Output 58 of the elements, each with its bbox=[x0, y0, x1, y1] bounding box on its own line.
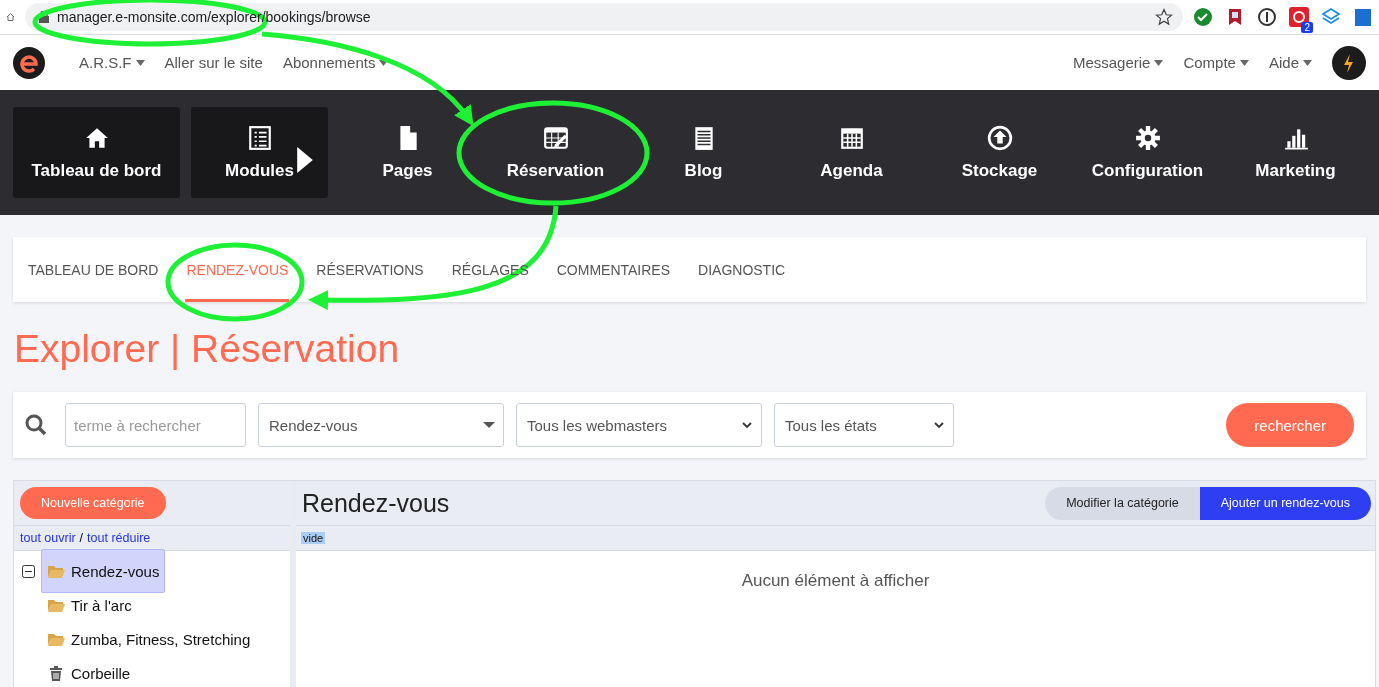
dropdown-select[interactable]: Tous les webmasters bbox=[516, 403, 762, 447]
collapse-toggle-icon[interactable] bbox=[22, 564, 35, 578]
folder-icon bbox=[47, 597, 65, 613]
info-icon[interactable] bbox=[1257, 7, 1277, 27]
list-icon bbox=[246, 124, 273, 151]
nav-menu-item[interactable]: Messagerie bbox=[1072, 54, 1164, 71]
upload-icon bbox=[986, 124, 1013, 151]
nav-menu-item[interactable]: A.R.S.F bbox=[79, 54, 145, 71]
search-field[interactable]: terme à rechercher bbox=[65, 403, 246, 447]
empty-message: Aucun élément à afficher bbox=[740, 571, 931, 591]
tree-item[interactable]: Corbeille bbox=[41, 661, 137, 685]
star-icon[interactable] bbox=[1155, 8, 1173, 26]
tree-item[interactable]: Tir à l'arc bbox=[41, 593, 138, 617]
folder-icon bbox=[47, 631, 65, 647]
nav-menu-item[interactable]: Aller sur le site bbox=[164, 54, 263, 71]
nav-menu-item[interactable]: Compte bbox=[1183, 54, 1249, 71]
tab[interactable]: TABLEAU DE BORD bbox=[27, 237, 160, 302]
lightning-icon[interactable] bbox=[1332, 45, 1366, 80]
tree-item[interactable]: Rendez-vous bbox=[41, 549, 166, 593]
tab[interactable]: DIAGNOSTIC bbox=[697, 237, 787, 302]
add-appointment-button[interactable]: Ajouter un rendez-vous bbox=[1199, 486, 1371, 520]
category-title: Rendez-vous bbox=[302, 488, 450, 518]
chevron-down-icon bbox=[741, 421, 753, 429]
module-tile[interactable]: Réservation bbox=[487, 107, 624, 198]
logo-icon[interactable] bbox=[13, 46, 45, 79]
separator-text: / bbox=[79, 531, 84, 545]
module-tile[interactable]: Marketing bbox=[1227, 107, 1364, 198]
chevron-down-icon bbox=[933, 421, 945, 429]
caret-icon bbox=[483, 421, 495, 429]
nav-menu-item[interactable]: Aide bbox=[1268, 54, 1312, 71]
nav-menu-item[interactable]: Abonnements bbox=[282, 54, 389, 71]
column-header[interactable]: vide bbox=[301, 532, 326, 544]
edit-category-button[interactable]: Modifier la catégorie bbox=[1045, 486, 1200, 520]
calendar-edit-icon bbox=[542, 124, 569, 151]
expand-all-link[interactable]: tout ouvrir bbox=[20, 531, 76, 545]
module-tile[interactable]: Blog bbox=[635, 107, 772, 198]
dropdown-select[interactable]: Rendez-vous bbox=[258, 403, 504, 447]
search-icon bbox=[25, 414, 47, 436]
tree-item[interactable]: Zumba, Fitness, Stretching bbox=[41, 627, 257, 651]
module-tile[interactable]: Pages bbox=[339, 107, 476, 198]
extension-icon[interactable] bbox=[1353, 7, 1373, 27]
page-title: Explorer | Réservation bbox=[14, 326, 401, 372]
module-tile[interactable]: Stockage bbox=[931, 107, 1068, 198]
module-tile[interactable]: Configuration bbox=[1079, 107, 1216, 198]
settings-icon bbox=[1134, 124, 1161, 151]
tab[interactable]: COMMENTAIRES bbox=[555, 237, 672, 302]
lock-icon bbox=[39, 11, 49, 23]
module-tile[interactable]: Modules bbox=[191, 107, 328, 198]
dropdown-select[interactable]: Tous les états bbox=[774, 403, 954, 447]
collapse-all-link[interactable]: tout réduire bbox=[87, 531, 151, 545]
notification-badge: 2 bbox=[1301, 22, 1313, 33]
folder-icon bbox=[47, 563, 65, 579]
module-tile[interactable]: Agenda bbox=[783, 107, 920, 198]
tab[interactable]: RÉSERVATIONS bbox=[315, 237, 425, 302]
check-icon[interactable] bbox=[1193, 7, 1213, 27]
trash-icon bbox=[47, 665, 65, 681]
module-tile[interactable]: Tableau de bord bbox=[13, 107, 180, 198]
layers-icon[interactable] bbox=[1321, 7, 1341, 27]
